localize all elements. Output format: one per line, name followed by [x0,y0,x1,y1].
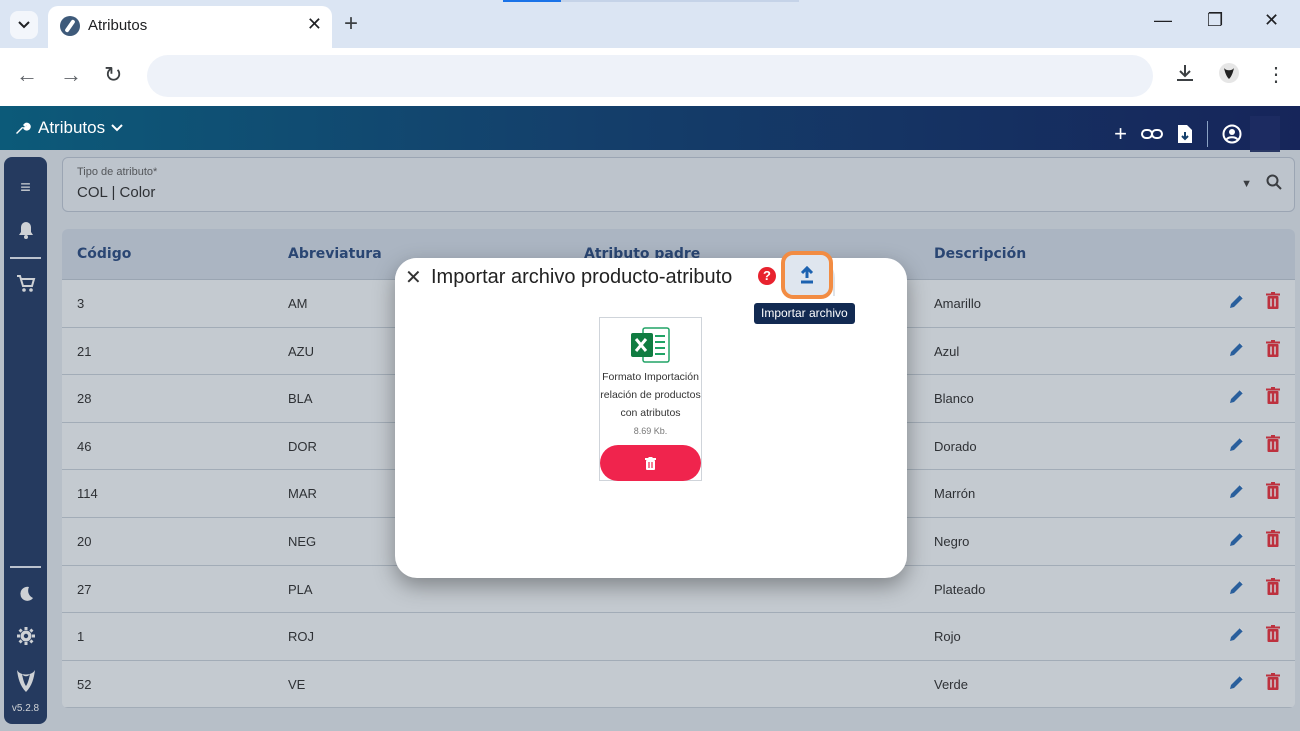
window-close-icon[interactable]: ✕ [1264,10,1279,31]
trash-icon [645,456,656,470]
modal-title: Importar archivo producto-atributo [431,266,733,288]
restore-icon[interactable]: ❐ [1207,10,1223,31]
help-icon[interactable]: ? [758,267,776,285]
browser-tab[interactable]: Atributos ✕ [48,6,332,48]
upload-button[interactable] [781,251,833,299]
browser-menu-icon[interactable]: ⋮ [1266,62,1286,87]
app-header: Atributos + [0,106,1300,152]
divider [1207,121,1208,147]
downloads-icon[interactable] [1174,62,1196,90]
chevron-down-icon [18,21,30,29]
minimize-icon[interactable]: — [1154,10,1172,31]
account-icon[interactable] [1222,124,1242,144]
address-bar[interactable] [147,55,1153,97]
file-card[interactable]: Formato Importación relación de producto… [599,317,702,481]
browser-tabstrip: Atributos ✕ + — ❐ ✕ [0,0,1300,48]
site-favicon-icon [60,16,80,36]
loading-indicator [503,0,561,2]
new-tab-button[interactable]: + [344,10,358,38]
tab-search-button[interactable] [10,11,38,39]
extension-icon[interactable] [1218,62,1240,90]
upload-icon [800,266,814,284]
excel-file-icon [631,327,670,363]
link-icon[interactable] [1141,127,1163,141]
user-avatar[interactable] [1250,116,1280,152]
module-title: Atributos [38,118,106,137]
loading-track [561,0,799,2]
add-icon[interactable]: + [1114,121,1127,147]
delete-file-button[interactable] [600,445,701,481]
browser-toolbar: ← → ↻ ⋮ [0,48,1300,106]
file-size: 8.69 Kb. [633,426,668,436]
forward-icon[interactable]: → [60,62,82,88]
back-icon[interactable]: ← [16,62,38,88]
close-modal-icon[interactable]: ✕ [405,265,422,290]
chevron-down-icon [111,124,123,132]
tab-title: Atributos [88,17,148,34]
module-selector[interactable]: Atributos [14,118,123,138]
file-name: Formato Importación relación de producto… [600,371,701,419]
wrench-icon [16,122,31,134]
upload-tooltip: Importar archivo [754,303,855,324]
close-tab-icon[interactable]: ✕ [307,14,322,35]
modal-header: ✕ Importar archivo producto-atributo ? [395,251,907,299]
reload-icon[interactable]: ↻ [104,62,122,88]
import-file-icon[interactable] [1177,124,1193,144]
